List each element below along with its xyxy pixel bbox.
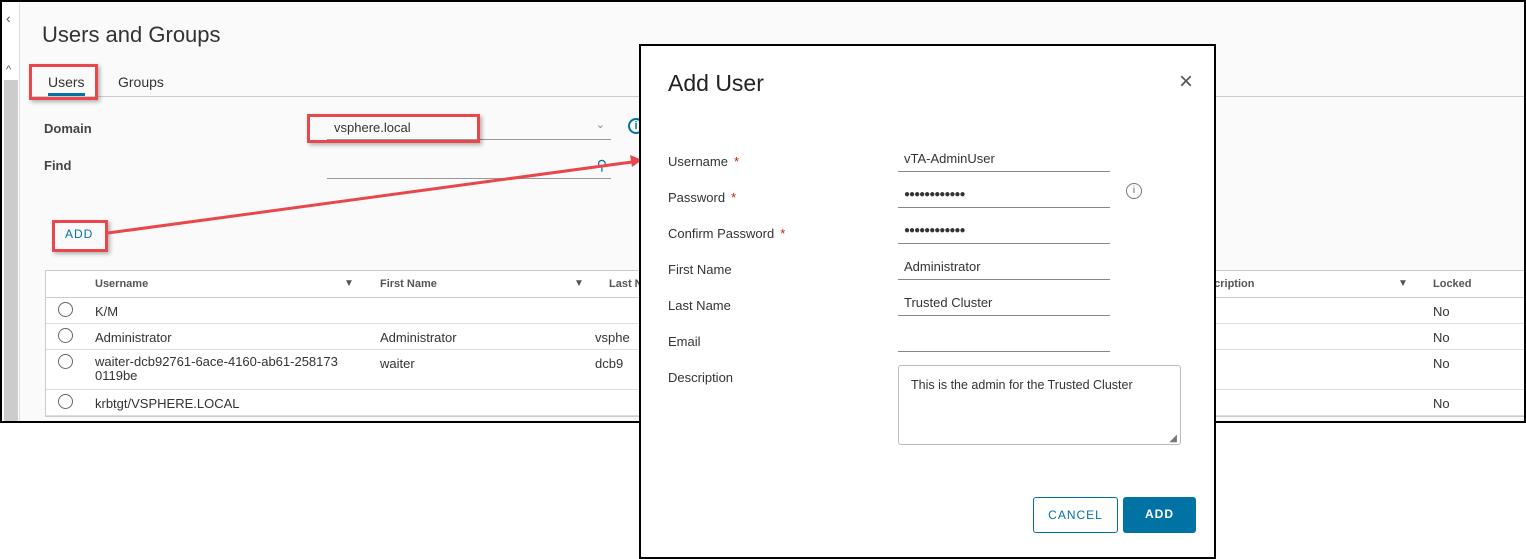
- filter-icon[interactable]: ▼: [344, 278, 354, 289]
- required-marker: *: [733, 154, 740, 169]
- first-name-input[interactable]: Administrator: [898, 256, 1110, 280]
- cell-last-name: dcb9: [595, 356, 624, 371]
- resize-handle-icon[interactable]: ◢: [1169, 433, 1177, 444]
- username-label: Username *: [668, 154, 739, 169]
- cell-locked: No: [1433, 304, 1450, 319]
- cell-first-name: waiter: [380, 356, 415, 371]
- confirm-password-label: Confirm Password *: [668, 226, 785, 241]
- annotation-arrow: [107, 155, 642, 235]
- last-name-input[interactable]: Trusted Cluster: [898, 292, 1110, 316]
- description-textarea[interactable]: This is the admin for the Trusted Cluste…: [898, 365, 1181, 445]
- filter-icon[interactable]: ▼: [1398, 278, 1408, 289]
- cell-username: Administrator: [95, 330, 172, 345]
- description-text: This is the admin for the Trusted Cluste…: [911, 378, 1133, 392]
- email-input[interactable]: [898, 328, 1110, 352]
- cell-first-name: Administrator: [380, 330, 457, 345]
- cell-locked: No: [1433, 356, 1450, 371]
- description-label: Description: [668, 370, 734, 385]
- email-label: Email: [668, 334, 701, 349]
- username-input[interactable]: vTA-AdminUser: [898, 148, 1110, 172]
- dialog-title: Add User: [668, 70, 764, 96]
- cell-username: waiter-dcb92761-6ace-4160-ab61-258173 01…: [95, 354, 338, 383]
- password-input[interactable]: ●●●●●●●●●●●●: [898, 184, 1110, 208]
- cancel-button[interactable]: CANCEL: [1033, 497, 1118, 533]
- confirm-password-input[interactable]: ●●●●●●●●●●●●: [898, 220, 1110, 244]
- add-button[interactable]: ADD: [1123, 497, 1196, 533]
- cell-username: K/M: [95, 304, 119, 319]
- row-radio[interactable]: [58, 328, 73, 343]
- filter-icon[interactable]: ▼: [574, 278, 584, 289]
- cell-locked: No: [1433, 330, 1450, 345]
- row-radio[interactable]: [58, 394, 73, 409]
- cell-locked: No: [1433, 396, 1450, 411]
- last-name-label: Last Name: [668, 298, 731, 313]
- required-marker: *: [731, 190, 737, 205]
- label-text: Username: [668, 154, 728, 169]
- column-username[interactable]: Username: [95, 278, 148, 290]
- password-label: Password *: [668, 190, 736, 205]
- close-icon[interactable]: ×: [1179, 68, 1193, 96]
- row-radio[interactable]: [58, 302, 73, 317]
- cell-last-name: vsphe: [595, 330, 630, 345]
- first-name-label: First Name: [668, 262, 732, 277]
- column-locked[interactable]: Locked: [1433, 278, 1472, 290]
- required-marker: *: [780, 226, 786, 241]
- info-icon[interactable]: i: [1126, 183, 1142, 199]
- add-user-dialog: Add User × Username * vTA-AdminUser Passw…: [639, 44, 1216, 559]
- row-radio[interactable]: [58, 354, 73, 369]
- column-last-name[interactable]: Last N: [609, 278, 643, 290]
- label-text: Password: [668, 190, 726, 205]
- column-first-name[interactable]: First Name: [380, 278, 437, 290]
- label-text: Confirm Password: [668, 226, 775, 241]
- cell-username: krbtgt/VSPHERE.LOCAL: [95, 396, 240, 411]
